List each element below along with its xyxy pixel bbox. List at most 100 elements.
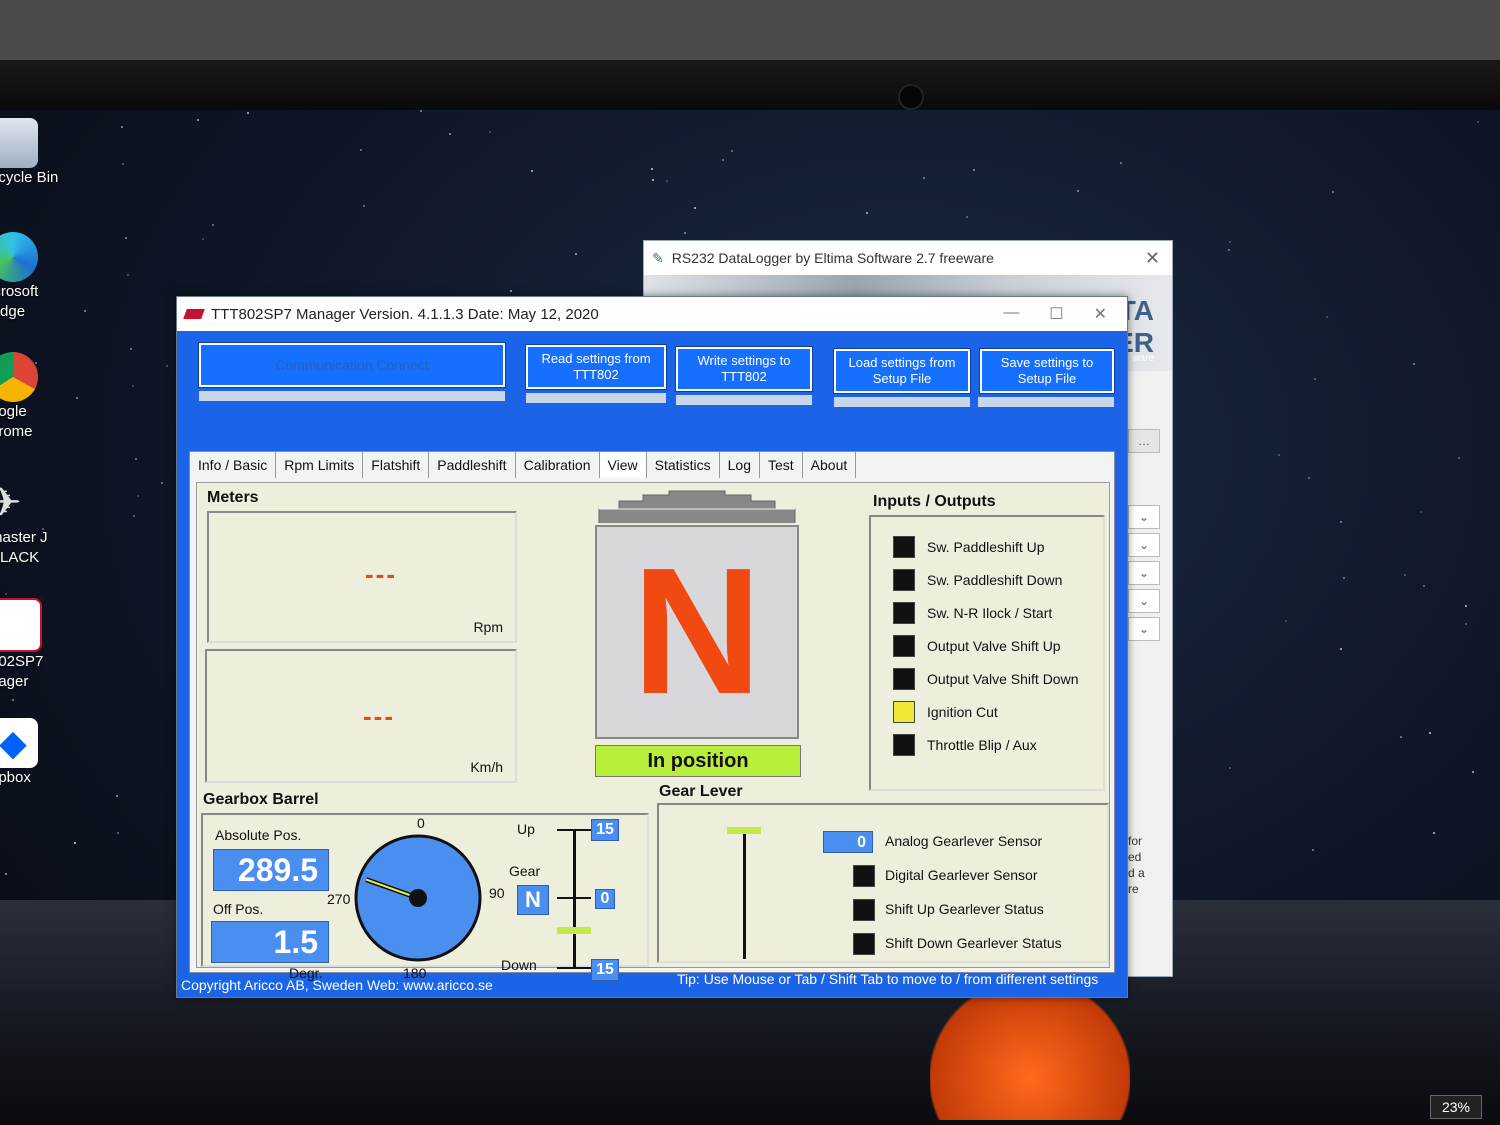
shift-down-indicator (853, 933, 875, 955)
load-settings-button[interactable]: Load settings from Setup File (833, 348, 971, 394)
rs232-dropdown[interactable]: ⌄ (1128, 617, 1160, 641)
laptop-bezel (0, 0, 1500, 110)
rs232-dropdown[interactable]: ⌄ (1128, 589, 1160, 613)
star (1229, 241, 1231, 243)
rpm-unit: Rpm (473, 619, 503, 635)
current-gear: N (632, 531, 762, 732)
main-area: Communication Connect Read settings from… (177, 331, 1127, 997)
rpm-value: --- (365, 559, 397, 589)
desktop-icon-label: 802SP7 nager (0, 653, 44, 690)
desktop-icon-recycle-bin[interactable]: ecycle Bin (0, 118, 70, 188)
close-icon[interactable]: ✕ (1094, 304, 1107, 324)
off-pos-value: 1.5 (211, 921, 329, 963)
battery-indicator[interactable]: 23% (1430, 1095, 1482, 1119)
tab-paddleshift[interactable]: Paddleshift (429, 452, 516, 478)
star (1228, 249, 1230, 251)
io-row: Sw. Paddleshift Up (893, 535, 1045, 559)
up-value: 15 (591, 819, 619, 841)
tab-view[interactable]: View (599, 452, 647, 478)
gear-status: In position (595, 745, 801, 777)
tab-test[interactable]: Test (760, 452, 803, 478)
io-indicator (893, 668, 915, 690)
digital-indicator (853, 865, 875, 887)
maximize-icon[interactable]: ☐ (1049, 304, 1063, 324)
io-indicator (893, 734, 915, 756)
gear-num: 0 (595, 889, 615, 909)
shift-up-label: Shift Up Gearlever Status (885, 901, 1044, 917)
tab-about[interactable]: About (803, 452, 857, 478)
gear-display: N (595, 525, 799, 739)
rs232-button[interactable]: … (1128, 429, 1160, 453)
io-row: Sw. Paddleshift Down (893, 568, 1062, 592)
tab-log[interactable]: Log (720, 452, 760, 478)
tip-text: Tip: Use Mouse or Tab / Shift Tab to mov… (677, 971, 1099, 987)
minimize-icon[interactable]: — (1003, 304, 1019, 324)
tab-rpm-limits[interactable]: Rpm Limits (276, 452, 364, 478)
tab-bar: Info / Basic Rpm Limits Flatshift Paddle… (190, 452, 857, 478)
tab-statistics[interactable]: Statistics (647, 452, 720, 478)
communication-connect-button[interactable]: Communication Connect (198, 342, 506, 388)
io-indicator (893, 536, 915, 558)
desktop-icon-master-black[interactable]: ✈ master J BLACK (0, 478, 70, 568)
bird-logo-icon: ✈ (0, 481, 22, 525)
star (12, 699, 14, 701)
gearbox-barrel-title: Gearbox Barrel (203, 791, 319, 808)
desktop-icon-edge[interactable]: icrosoft Edge (0, 232, 70, 322)
rs232-side-line: for (1128, 834, 1143, 848)
star (202, 238, 204, 240)
save-indicator (978, 397, 1114, 407)
star (116, 795, 118, 797)
dropbox-icon: ◆ (0, 718, 38, 768)
star (135, 458, 137, 460)
laptop-lid-edge (0, 0, 1500, 60)
rs232-side-line: ed (1128, 850, 1142, 864)
tab-flatshift[interactable]: Flatshift (363, 452, 430, 478)
tab-info-basic[interactable]: Info / Basic (190, 452, 277, 478)
io-indicator-ignition-cut (893, 701, 915, 723)
settings-tab-panel: Info / Basic Rpm Limits Flatshift Paddle… (189, 451, 1115, 981)
rs232-side-text: for ed d a re (1128, 833, 1158, 897)
io-indicator (893, 569, 915, 591)
io-label: Sw. Paddleshift Down (927, 572, 1063, 588)
star (531, 170, 533, 172)
io-row: Ignition Cut (893, 700, 998, 724)
star (132, 385, 134, 387)
star (117, 832, 119, 834)
tab-calibration[interactable]: Calibration (516, 452, 600, 478)
star (122, 163, 124, 165)
desktop-icon-label: oogle hrome (0, 403, 33, 440)
rs232-dropdown[interactable]: ⌄ (1128, 505, 1160, 529)
desktop-icon-label: opbox (0, 769, 31, 786)
read-settings-button[interactable]: Read settings from TTT802 (525, 344, 667, 390)
gear-arc-icon (598, 490, 796, 523)
ttt802sp7-manager-window[interactable]: TTT802SP7 Manager Version. 4.1.1.3 Date:… (176, 296, 1128, 998)
connect-indicator (199, 391, 505, 401)
shift-up-indicator (853, 899, 875, 921)
io-label: Output Valve Shift Up (927, 638, 1061, 654)
star (1229, 767, 1231, 769)
write-settings-button[interactable]: Write settings to TTT802 (675, 346, 813, 392)
rs232-dropdown[interactable]: ⌄ (1128, 561, 1160, 585)
rs232-dropdown[interactable]: ⌄ (1128, 533, 1160, 557)
desktop-icon-ttt802sp7[interactable]: 802SP7 nager (0, 598, 70, 692)
window-titlebar[interactable]: TTT802SP7 Manager Version. 4.1.1.3 Date:… (177, 297, 1127, 331)
save-settings-button[interactable]: Save settings to Setup File (979, 348, 1115, 394)
star (1308, 477, 1310, 479)
star (510, 290, 512, 292)
star (74, 842, 76, 844)
star (1413, 363, 1415, 365)
star (1400, 736, 1402, 738)
dial-hub (409, 889, 427, 907)
desktop-icon-chrome[interactable]: oogle hrome (0, 352, 70, 442)
gear-slider-tick (557, 897, 591, 899)
star (125, 237, 127, 239)
star (1477, 121, 1479, 123)
desktop-icon-dropbox[interactable]: ◆ opbox (0, 718, 70, 788)
rs232-app-icon: ✎ (652, 249, 664, 266)
close-icon[interactable]: ✕ (1145, 248, 1160, 269)
speed-meter: --- Km/h (205, 649, 517, 783)
desktop-icon-label: master J BLACK (0, 529, 48, 566)
rs232-titlebar[interactable]: ✎ RS232 DataLogger by Eltima Software 2.… (644, 241, 1172, 275)
star (127, 274, 129, 276)
star (652, 179, 654, 181)
